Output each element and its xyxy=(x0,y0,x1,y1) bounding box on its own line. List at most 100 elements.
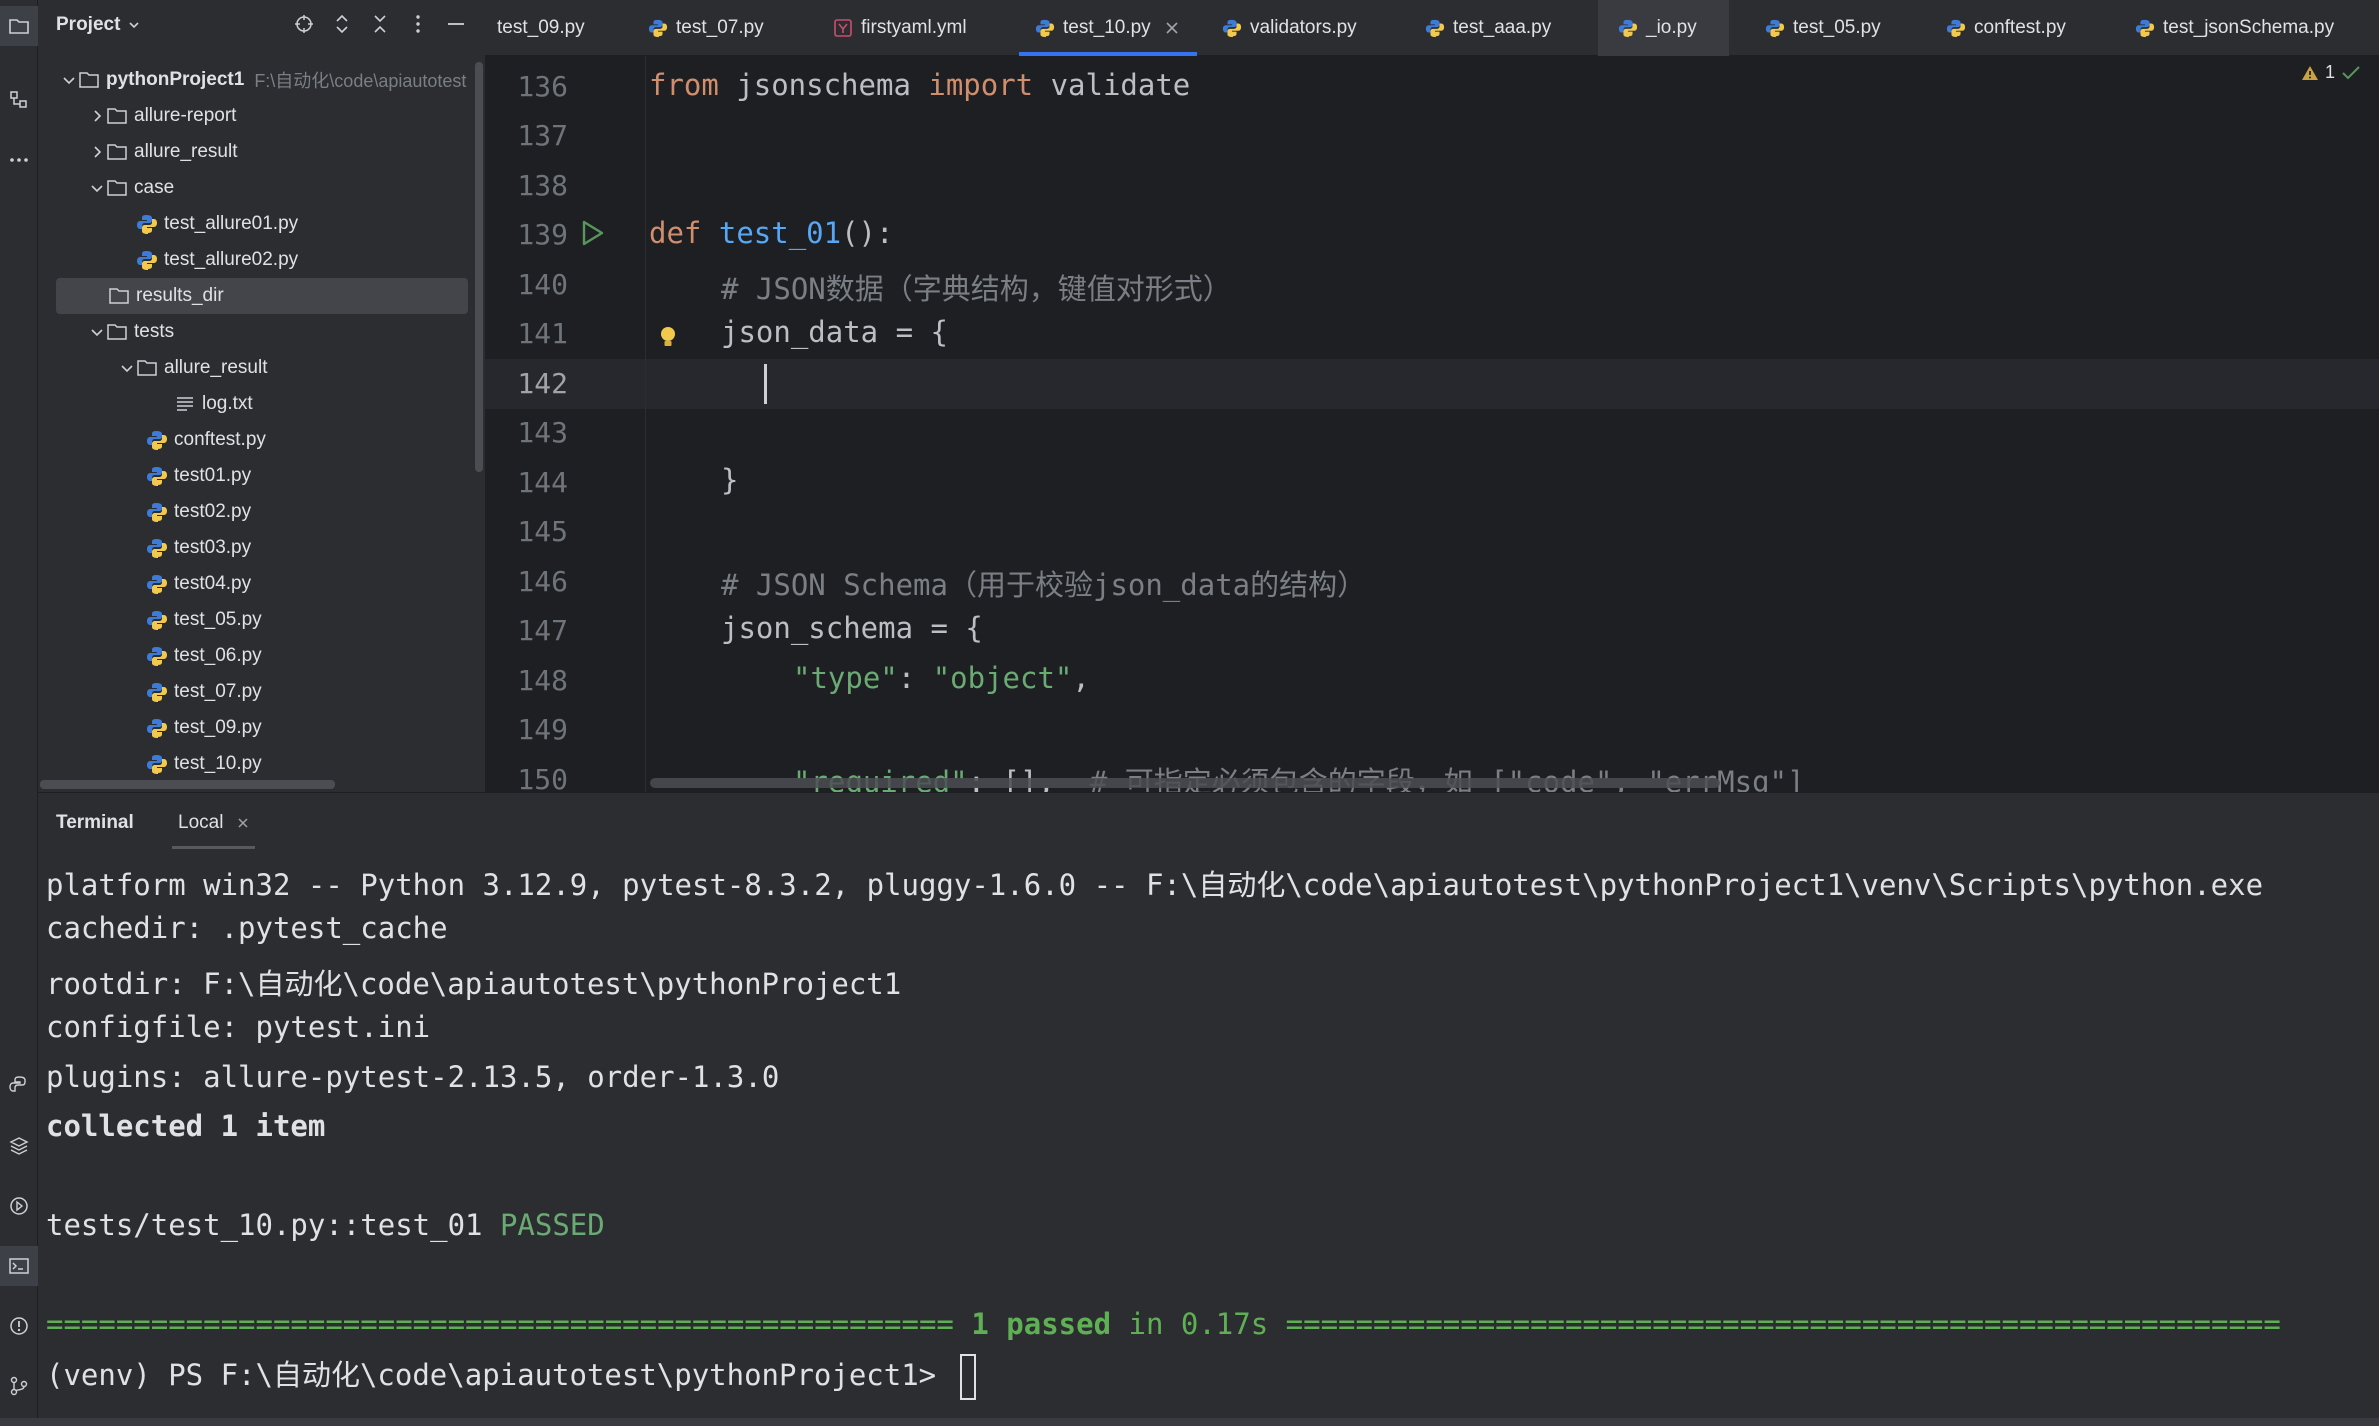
python-file-icon xyxy=(1946,19,1966,38)
tree-item-label: test_10.py xyxy=(174,753,262,774)
tree-item-folder-selected[interactable]: results_dir xyxy=(56,278,468,314)
tab-conftest[interactable]: conftest.py xyxy=(1946,0,2066,56)
tree-item-file[interactable]: log.txt xyxy=(38,386,468,422)
project-horizontal-scrollbar[interactable] xyxy=(40,780,335,789)
tab-terminal-local[interactable]: Local xyxy=(171,793,256,853)
code-comment: # JSON Schema（用于校验json_data的结构） xyxy=(721,568,1367,602)
project-panel: Project pythonProject1 F:\自动化\code\apiau… xyxy=(38,0,485,792)
code-token: , xyxy=(1072,661,1090,695)
run-tool-icon[interactable] xyxy=(0,1186,38,1226)
chevron-down-icon[interactable] xyxy=(88,179,106,197)
tree-item-file[interactable]: conftest.py xyxy=(38,422,468,458)
tab-test-05[interactable]: test_05.py xyxy=(1765,0,1881,56)
code-line: json_schema = { xyxy=(721,611,983,645)
tab-label: _io.py xyxy=(1646,17,1697,38)
close-icon[interactable] xyxy=(1165,21,1179,35)
tree-item-file[interactable]: test_allure02.py xyxy=(38,242,468,278)
chevron-down-icon[interactable] xyxy=(118,359,136,377)
editor-gutter: 136 137 138 139 140 141 142 143 144 145 … xyxy=(485,56,645,792)
close-icon[interactable] xyxy=(237,817,249,829)
line-number: 140 xyxy=(517,268,568,301)
tree-item-folder[interactable]: allure-report xyxy=(38,98,468,134)
collapse-all-icon[interactable] xyxy=(369,13,391,35)
chevron-down-icon[interactable] xyxy=(88,323,106,341)
tree-item-path: F:\自动化\code\apiautotest xyxy=(254,71,467,91)
lightbulb-icon[interactable] xyxy=(657,324,679,350)
line-number: 146 xyxy=(517,565,568,598)
terminal-output[interactable]: platform win32 -- Python 3.12.9, pytest-… xyxy=(38,852,2379,1426)
folder-icon xyxy=(107,144,127,160)
check-icon xyxy=(2342,65,2360,79)
chevron-right-icon[interactable] xyxy=(88,143,106,161)
tree-item-file[interactable]: test01.py xyxy=(38,458,468,494)
python-file-icon xyxy=(1035,19,1055,38)
tab-test-10-active[interactable]: test_10.py xyxy=(1019,0,1197,56)
tab-label: test_aaa.py xyxy=(1453,17,1552,38)
editor-horizontal-scrollbar[interactable] xyxy=(650,778,1720,788)
tab-test-jsonschema[interactable]: test_jsonSchema.py xyxy=(2135,0,2334,56)
tree-item-folder[interactable]: tests xyxy=(38,314,468,350)
options-menu-icon[interactable] xyxy=(407,13,429,35)
project-vertical-scrollbar[interactable] xyxy=(475,62,483,472)
more-tools-icon[interactable] xyxy=(0,140,38,180)
warning-icon xyxy=(2301,65,2318,80)
python-packages-icon[interactable] xyxy=(0,1066,38,1106)
tree-item-folder[interactable]: allure_result xyxy=(38,350,468,386)
problems-tool-icon[interactable] xyxy=(0,1306,38,1346)
python-file-icon xyxy=(147,575,167,594)
tree-item-label: pythonProject1 xyxy=(106,69,245,90)
tree-item-file[interactable]: test_10.py xyxy=(38,746,468,782)
tool-window-strip xyxy=(0,0,38,1426)
tree-item-file[interactable]: test_allure01.py xyxy=(38,206,468,242)
python-file-icon xyxy=(1618,19,1638,38)
tab-io[interactable]: _io.py xyxy=(1598,0,1729,56)
folder-icon xyxy=(107,324,127,340)
tree-item-file[interactable]: test03.py xyxy=(38,530,468,566)
expand-all-icon[interactable] xyxy=(331,13,353,35)
project-panel-title[interactable]: Project xyxy=(56,14,120,36)
code-token: "type" xyxy=(793,661,898,695)
yaml-file-icon xyxy=(834,19,852,37)
layers-icon[interactable] xyxy=(0,1126,38,1166)
terminal-tool-icon[interactable] xyxy=(0,1246,38,1286)
terminal-cursor[interactable] xyxy=(959,1354,976,1400)
tab-firstyaml[interactable]: firstyaml.yml xyxy=(833,0,967,56)
tree-item-file[interactable]: test_07.py xyxy=(38,674,468,710)
hide-panel-icon[interactable] xyxy=(445,13,467,35)
python-file-icon xyxy=(137,215,157,234)
tree-item-file[interactable]: test04.py xyxy=(38,566,468,602)
chevron-down-icon[interactable] xyxy=(60,71,78,89)
terminal-line: rootdir: F:\自动化\code\apiautotest\pythonP… xyxy=(46,967,902,1001)
terminal-title[interactable]: Terminal xyxy=(56,793,134,853)
tab-test-07[interactable]: test_07.py xyxy=(648,0,764,56)
code-editor[interactable]: 136 137 138 139 140 141 142 143 144 145 … xyxy=(485,56,2379,792)
tab-test-09[interactable]: test_09.py xyxy=(497,0,585,56)
git-tool-icon[interactable] xyxy=(0,1366,38,1406)
code-token: from xyxy=(649,68,719,102)
tree-item-folder[interactable]: case xyxy=(38,170,468,206)
test-status: PASSED xyxy=(499,1208,605,1242)
locate-icon[interactable] xyxy=(293,13,315,35)
run-test-icon[interactable] xyxy=(577,218,607,248)
project-tool-icon[interactable] xyxy=(0,6,38,46)
terminal-line: collected 1 item xyxy=(46,1109,326,1143)
tree-item-file[interactable]: test02.py xyxy=(38,494,468,530)
tab-test-aaa[interactable]: test_aaa.py xyxy=(1425,0,1551,56)
tree-item-label: log.txt xyxy=(202,393,253,414)
tree-item-file[interactable]: test_06.py xyxy=(38,638,468,674)
tree-item-folder[interactable]: allure_result xyxy=(38,134,468,170)
inspection-indicator[interactable]: 1 xyxy=(2301,62,2361,83)
tree-item-file[interactable]: test_09.py xyxy=(38,710,468,746)
code-token: validate xyxy=(1033,68,1191,102)
tree-item-project-root[interactable]: pythonProject1 F:\自动化\code\apiautotest xyxy=(38,62,468,98)
python-file-icon xyxy=(147,683,167,702)
tree-item-label: test_09.py xyxy=(174,717,262,738)
tree-item-file[interactable]: test_05.py xyxy=(38,602,468,638)
python-file-icon xyxy=(147,647,167,666)
structure-tool-icon[interactable] xyxy=(0,80,38,120)
chevron-down-icon[interactable] xyxy=(128,19,140,31)
chevron-right-icon[interactable] xyxy=(88,107,106,125)
tree-item-label: test01.py xyxy=(174,465,252,486)
tab-validators[interactable]: validators.py xyxy=(1222,0,1357,56)
python-file-icon xyxy=(1765,19,1785,38)
